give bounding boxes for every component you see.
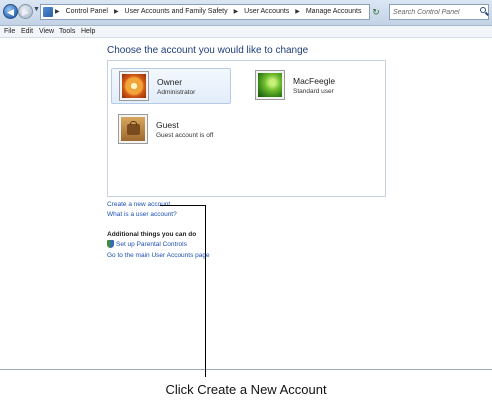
search-box xyxy=(389,4,489,20)
menu-edit[interactable]: Edit xyxy=(21,26,33,37)
breadcrumb-item-manage-accounts[interactable]: Manage Accounts xyxy=(306,8,362,15)
control-panel-icon xyxy=(43,7,53,17)
breadcrumb-separator-icon[interactable]: ▶ xyxy=(114,9,119,15)
account-name: MacFeegle xyxy=(293,76,336,86)
menu-bar: File Edit View Tools Help xyxy=(0,26,492,38)
back-button[interactable]: ◀ xyxy=(3,4,18,19)
breadcrumb-separator-icon[interactable]: ▶ xyxy=(234,9,239,15)
breadcrumb-item-user-accounts-family-safety[interactable]: User Accounts and Family Safety xyxy=(125,8,228,15)
forward-button[interactable]: ▶ xyxy=(18,4,33,19)
refresh-icon[interactable]: ↻ xyxy=(370,4,382,20)
additional-things-heading: Additional things you can do xyxy=(107,231,197,238)
account-tile-guest[interactable]: Guest Guest account is off xyxy=(111,112,231,148)
shield-icon xyxy=(107,240,114,248)
main-user-accounts-link[interactable]: Go to the main User Accounts page xyxy=(107,252,210,259)
parental-controls-link[interactable]: Set up Parental Controls xyxy=(116,241,187,248)
account-type: Guest account is off xyxy=(156,132,214,139)
breadcrumb-separator-icon: ▶ xyxy=(55,9,60,15)
control-panel-window: ◀ ▶ ▼ ▶ Control Panel ▶ User Accounts an… xyxy=(0,0,492,370)
avatar-leaf xyxy=(256,71,284,99)
accounts-panel: Owner Administrator MacFeegle Standard u… xyxy=(107,60,386,197)
account-tile-macfeegle[interactable]: MacFeegle Standard user xyxy=(248,68,378,104)
search-icon[interactable] xyxy=(480,7,486,13)
search-input[interactable] xyxy=(390,5,479,19)
breadcrumb-item-control-panel[interactable]: Control Panel xyxy=(66,8,108,15)
breadcrumb-separator-icon[interactable]: ▶ xyxy=(295,9,300,15)
breadcrumb-item-user-accounts[interactable]: User Accounts xyxy=(244,8,289,15)
account-tile-owner[interactable]: Owner Administrator xyxy=(111,68,231,104)
what-is-user-account-link[interactable]: What is a user account? xyxy=(107,211,177,218)
account-type: Standard user xyxy=(293,88,334,95)
address-toolbar: ◀ ▶ ▼ ▶ Control Panel ▶ User Accounts an… xyxy=(0,0,492,26)
menu-view[interactable]: View xyxy=(39,26,54,37)
avatar-flower xyxy=(120,72,148,100)
caption: Click Create a New Account xyxy=(165,382,327,397)
callout-line xyxy=(160,205,206,206)
recent-pages-dropdown-icon[interactable]: ▼ xyxy=(33,6,40,13)
address-bar[interactable]: ▶ Control Panel ▶ User Accounts and Fami… xyxy=(40,4,370,20)
menu-file[interactable]: File xyxy=(4,26,15,37)
breadcrumb: ▶ Control Panel ▶ User Accounts and Fami… xyxy=(55,5,366,19)
account-name: Guest xyxy=(156,120,179,130)
callout-line xyxy=(205,205,206,377)
menu-help[interactable]: Help xyxy=(81,26,95,37)
menu-tools[interactable]: Tools xyxy=(59,26,75,37)
page-title: Choose the account you would like to cha… xyxy=(107,45,309,56)
account-type: Administrator xyxy=(157,89,196,96)
account-name: Owner xyxy=(157,77,183,87)
avatar-briefcase xyxy=(119,115,147,143)
